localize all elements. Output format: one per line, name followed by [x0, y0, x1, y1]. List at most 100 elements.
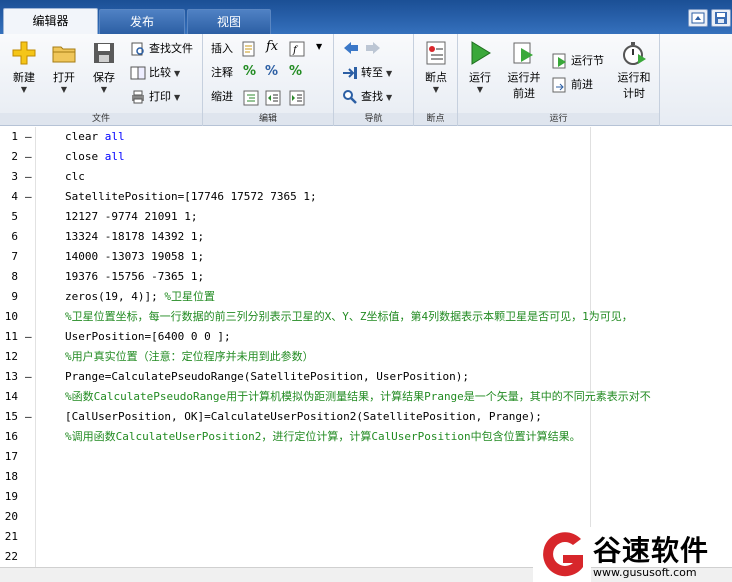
- executable-line-marker[interactable]: –: [25, 147, 33, 167]
- run-button[interactable]: 运行 ▼: [462, 40, 498, 95]
- breakpoints-icon: [423, 40, 449, 66]
- run-play-icon: [467, 40, 493, 66]
- line-number: 12: [4, 350, 18, 363]
- code-line[interactable]: 4– SatellitePosition=[17746 17572 7365 1;: [0, 187, 732, 207]
- quick-access-layout-icon[interactable]: [688, 9, 708, 27]
- code-line[interactable]: 3– clc: [0, 167, 732, 187]
- chevron-down-icon: ▼: [174, 93, 181, 102]
- code-line[interactable]: 12 %用户真实位置（注意：定位程序并未用到此参数）: [0, 347, 732, 367]
- insert-button[interactable]: 插入: [211, 40, 233, 58]
- compare-label: 比较: [149, 66, 171, 79]
- find-files-icon: [130, 41, 146, 57]
- code-line[interactable]: 6 13324 -18178 14392 1;: [0, 227, 732, 247]
- breakpoints-button[interactable]: 断点 ▼: [418, 40, 454, 95]
- new-button[interactable]: 新建 ▼: [6, 40, 42, 95]
- save-label: 保存: [93, 71, 115, 84]
- tab-editor[interactable]: 编辑器: [3, 8, 98, 35]
- code-line[interactable]: 1– clear all: [0, 127, 732, 147]
- code-line[interactable]: 8 19376 -15756 -7365 1;: [0, 267, 732, 287]
- save-button[interactable]: 保存 ▼: [86, 40, 122, 95]
- run-group-label: 运行: [458, 113, 659, 125]
- goto-button[interactable]: 转至 ▼: [342, 64, 392, 82]
- comment-percent-icon[interactable]: %: [243, 64, 256, 79]
- chevron-down-icon: ▼: [386, 69, 393, 78]
- code-text: close all: [65, 147, 125, 167]
- run-and-time-button[interactable]: 运行和 计时: [612, 40, 656, 101]
- line-number: 22: [4, 550, 18, 563]
- executable-line-marker[interactable]: –: [25, 407, 33, 427]
- code-text: %调用函数CalculateUserPosition2，进行定位计算，计算Cal…: [65, 427, 581, 447]
- back-arrow-icon[interactable]: [342, 40, 360, 56]
- code-line[interactable]: 9 zeros(19, 4)]; %卫星位置: [0, 287, 732, 307]
- chevron-down-icon: ▼: [386, 93, 393, 102]
- new-label: 新建: [13, 71, 35, 84]
- tab-publish[interactable]: 发布: [99, 9, 185, 34]
- printer-icon: [130, 89, 146, 105]
- executable-line-marker[interactable]: –: [25, 327, 33, 347]
- line-number: 6: [11, 230, 18, 243]
- compare-button[interactable]: 比较 ▼: [130, 64, 180, 82]
- code-text: UserPosition=[6400 0 0 ];: [65, 327, 231, 347]
- line-number: 2: [11, 150, 18, 163]
- code-editor[interactable]: 1– clear all 2– close all 3– clc 4– SatellitePo…: [0, 127, 732, 567]
- executable-line-marker[interactable]: –: [25, 167, 33, 187]
- advance-button[interactable]: 前进: [552, 76, 593, 94]
- tab-editor-label: 编辑器: [32, 14, 69, 28]
- code-line[interactable]: 11– UserPosition=[6400 0 0 ];: [0, 327, 732, 347]
- comment-button[interactable]: 注释: [211, 64, 233, 82]
- run-and-advance-button[interactable]: 运行并 前进: [502, 40, 546, 101]
- code-line[interactable]: 16 %调用函数CalculateUserPosition2，进行定位计算，计算C…: [0, 427, 732, 447]
- wrap-comments-icon[interactable]: %: [289, 64, 302, 79]
- executable-line-marker[interactable]: –: [25, 187, 33, 207]
- insert-section-icon[interactable]: [241, 41, 257, 57]
- line-number: 16: [4, 430, 18, 443]
- folder-icon: [51, 40, 77, 66]
- run-and-advance-icon: [511, 40, 537, 66]
- code-line[interactable]: 2– close all: [0, 147, 732, 167]
- code-line[interactable]: 17: [0, 447, 732, 467]
- code-line[interactable]: 15– [CalUserPosition, OK]=CalculateUserPo…: [0, 407, 732, 427]
- find-button[interactable]: 查找 ▼: [342, 88, 392, 106]
- code-line[interactable]: 18: [0, 467, 732, 487]
- breakpoints-group-label: 断点: [414, 113, 457, 125]
- code-text: %用户真实位置（注意：定位程序并未用到此参数）: [65, 347, 314, 367]
- tab-view[interactable]: 视图: [187, 9, 271, 34]
- tab-publish-label: 发布: [129, 15, 154, 29]
- open-button[interactable]: 打开 ▼: [46, 40, 82, 95]
- code-line[interactable]: 7 14000 -13073 19058 1;: [0, 247, 732, 267]
- code-line[interactable]: 10 %卫星位置坐标，每一行数据的前三列分别表示卫星的X、Y、Z坐标值，第4列数据…: [0, 307, 732, 327]
- code-line[interactable]: 5 12127 -9774 21091 1;: [0, 207, 732, 227]
- increase-indent-icon[interactable]: [265, 90, 281, 106]
- line-number: 9: [11, 290, 18, 303]
- print-button[interactable]: 打印 ▼: [130, 88, 180, 106]
- quick-access-save-icon[interactable]: [711, 9, 731, 27]
- fx-button[interactable]: fx: [266, 39, 278, 54]
- goto-arrow-icon: [342, 65, 358, 81]
- run-section-button[interactable]: 运行节: [552, 52, 604, 70]
- chevron-down-icon: ▼: [476, 85, 484, 94]
- forward-arrow-icon[interactable]: [364, 40, 382, 56]
- code-line[interactable]: 20: [0, 507, 732, 527]
- edit-group: 插入 fx f ▼ 注释 % % % 缩进 编辑: [203, 34, 334, 126]
- find-files-button[interactable]: 查找文件: [130, 40, 193, 58]
- line-number: 19: [4, 490, 18, 503]
- chevron-down-icon[interactable]: ▼: [316, 42, 322, 51]
- code-token: close: [65, 150, 105, 163]
- code-line[interactable]: 13– Prange=CalculatePseudoRange(Satellite…: [0, 367, 732, 387]
- code-line[interactable]: 19: [0, 487, 732, 507]
- code-token: Prange=CalculatePseudoRange(SatellitePos…: [65, 370, 469, 383]
- indent-button[interactable]: 缩进: [211, 88, 233, 106]
- code-comment: %调用函数CalculateUserPosition2，进行定位计算，计算Cal…: [65, 430, 581, 443]
- code-token: zeros(19, 4)];: [65, 290, 165, 303]
- run-label: 运行: [469, 71, 491, 84]
- line-number: 21: [4, 530, 18, 543]
- line-number: 13: [4, 370, 18, 383]
- code-line[interactable]: 14 %函数CalculatePseudoRange用于计算机模拟伪距测量结果，计…: [0, 387, 732, 407]
- decrease-indent-icon[interactable]: [289, 90, 305, 106]
- smart-indent-icon[interactable]: [243, 90, 259, 106]
- insert-function-icon[interactable]: f: [289, 41, 305, 57]
- line-number: 20: [4, 510, 18, 523]
- uncomment-percent-icon[interactable]: %: [265, 64, 278, 79]
- executable-line-marker[interactable]: –: [25, 127, 33, 147]
- executable-line-marker[interactable]: –: [25, 367, 33, 387]
